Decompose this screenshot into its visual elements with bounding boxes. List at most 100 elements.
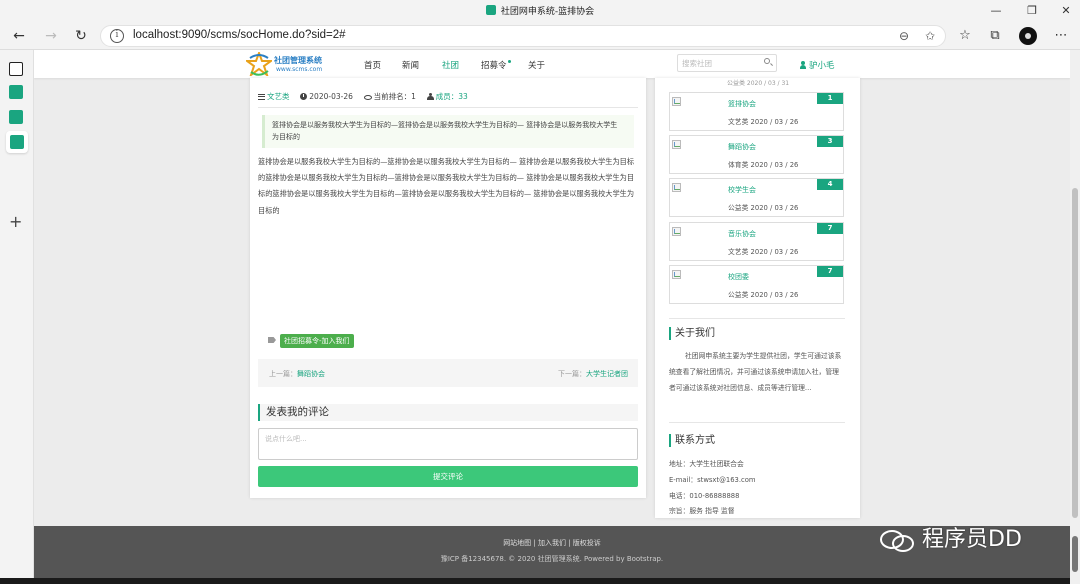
ranking-item-name[interactable]: 音乐协会: [728, 229, 756, 239]
site-search-input[interactable]: [682, 57, 758, 69]
ranking-badge: 4: [817, 179, 843, 190]
ranking-item-sub: 文艺类 2020 / 03 / 26: [728, 248, 799, 256]
page-scrollbar[interactable]: [1070, 50, 1080, 584]
submit-comment-button[interactable]: 提交评论: [258, 466, 638, 487]
next-article: 下一篇：大学生记者团: [558, 369, 628, 379]
tracking-prevention-icon[interactable]: ✩: [925, 29, 935, 43]
contact-email: E-mail：stwsxt@163.com: [669, 476, 756, 484]
window-title: 社团网申系统-篮排协会: [500, 7, 595, 17]
ranking-badge: 7: [817, 223, 843, 234]
contact-motto: 宗旨：服务 指导 监督: [669, 507, 735, 515]
watermark: 程序员DD: [880, 521, 1022, 553]
divider: [669, 422, 845, 423]
ranking-item-name[interactable]: 篮排协会: [728, 99, 756, 109]
article-category[interactable]: 文艺类: [267, 92, 290, 101]
nav-home[interactable]: 首页: [364, 59, 381, 71]
eye-icon: [363, 95, 372, 100]
ranking-item[interactable]: 篮排协会 文艺类 2020 / 03 / 26 1: [669, 92, 844, 131]
article-summary: 篮排协会是以服务我校大学生为目标的—篮排协会是以服务我校大学生为目标的— 篮排协…: [262, 115, 634, 148]
ranking-item-name[interactable]: 舞蹈协会: [728, 142, 756, 152]
ranking-item[interactable]: 舞蹈协会 体育类 2020 / 03 / 26 3: [669, 135, 844, 174]
url-text[interactable]: localhost:9090/scms/socHome.do?sid=2#: [133, 29, 346, 41]
broken-image-icon: [672, 183, 681, 192]
site-info-icon[interactable]: i: [110, 29, 124, 43]
prev-article-link[interactable]: 舞蹈协会: [297, 370, 325, 378]
search-icon[interactable]: [764, 58, 770, 64]
zoom-icon[interactable]: ⊖: [899, 29, 909, 43]
site-search[interactable]: [677, 54, 777, 72]
contact-address: 地址：大学生社团联合会: [669, 460, 744, 468]
ranking-item-sub: 体育类 2020 / 03 / 26: [728, 161, 799, 169]
scrollbar-marker: [1072, 536, 1078, 572]
clock-icon: [300, 93, 308, 100]
address-toolbar: ← → ↻ i localhost:9090/scms/socHome.do?s…: [0, 22, 1080, 50]
minimize-button[interactable]: —: [976, 2, 1016, 20]
nav-news[interactable]: 新闻: [402, 59, 419, 71]
tag-icon: [268, 337, 276, 343]
nav-about[interactable]: 关于: [528, 59, 545, 71]
divider: [258, 107, 638, 108]
about-text: 社团网申系统主要为学生提供社团，学生可通过该系统查看了解社团情况，并可通过该系统…: [669, 352, 842, 392]
back-icon[interactable]: ←: [10, 27, 28, 45]
broken-image-icon: [672, 227, 681, 236]
comment-input[interactable]: [258, 428, 638, 460]
tab-site-1[interactable]: [9, 85, 23, 99]
person-icon: [426, 93, 434, 100]
article-rank: 当前排名：1: [373, 92, 416, 101]
watermark-text: 程序员DD: [922, 527, 1022, 552]
site-header: 社团管理系统 www.scms.com 首页 新闻 社团 招募令 关于 驴小毛: [34, 50, 1070, 78]
contact-title: 联系方式: [669, 434, 844, 447]
logo-star-icon: [246, 52, 272, 76]
user-icon: [800, 61, 806, 69]
about-title: 关于我们: [669, 327, 844, 340]
logo-subtitle: www.scms.com: [276, 66, 323, 73]
close-window-button[interactable]: ✕: [1046, 2, 1080, 20]
ranking-item-name[interactable]: 校团委: [728, 272, 749, 282]
site-logo[interactable]: 社团管理系统 www.scms.com: [246, 50, 328, 78]
wechat-icon: [880, 528, 914, 552]
comment-title: 发表我的评论: [258, 404, 638, 421]
contact-phone: 电话：010-86888888: [669, 492, 740, 500]
ranking-item[interactable]: 校团委 公益类 2020 / 03 / 26 7: [669, 265, 844, 304]
ranking-item[interactable]: 校学生会 公益类 2020 / 03 / 26 4: [669, 178, 844, 217]
window-titlebar: 社团网申系统-篮排协会 — ❐ ✕: [0, 0, 1080, 22]
article-members: 成员：33: [435, 92, 468, 101]
tab-site-2[interactable]: [9, 110, 23, 124]
broken-image-icon: [672, 270, 681, 279]
nav-recruit[interactable]: 招募令: [481, 59, 511, 71]
refresh-icon[interactable]: ↻: [72, 27, 90, 45]
nav-recruit-label[interactable]: 招募令: [481, 61, 507, 71]
broken-image-icon: [672, 97, 681, 106]
broken-image-icon: [672, 140, 681, 149]
forward-icon[interactable]: →: [42, 27, 60, 45]
username[interactable]: 驴小毛: [809, 61, 835, 71]
vertical-tabs-panel: +: [0, 50, 34, 584]
user-menu[interactable]: 驴小毛: [800, 59, 835, 71]
ranking-item-name[interactable]: 校学生会: [728, 185, 756, 195]
recruit-tag[interactable]: 社团招募令-加入我们: [280, 334, 354, 348]
footer-copyright: 豫ICP 备12345678. © 2020 社团管理系统. Powered b…: [440, 555, 664, 563]
ranking-item-partial: 公益类 2020 / 03 / 31: [727, 80, 790, 87]
next-article-link[interactable]: 大学生记者团: [586, 370, 628, 378]
divider: [669, 318, 845, 319]
profile-avatar[interactable]: [1019, 27, 1037, 45]
nav-clubs[interactable]: 社团: [442, 59, 459, 71]
tab-site-active[interactable]: [6, 131, 28, 153]
new-tab-plus-icon[interactable]: +: [9, 212, 22, 231]
ranking-item[interactable]: 音乐协会 文艺类 2020 / 03 / 26 7: [669, 222, 844, 261]
favorites-star-icon[interactable]: ☆: [956, 28, 974, 44]
ranking-item-sub: 公益类 2020 / 03 / 26: [728, 291, 799, 299]
scrollbar-thumb[interactable]: [1072, 188, 1078, 518]
tab-actions-icon[interactable]: [9, 62, 23, 76]
list-icon: [258, 94, 265, 100]
logo-title: 社团管理系统: [274, 56, 322, 65]
tag-row: 社团招募令-加入我们: [268, 334, 354, 348]
next-label: 下一篇：: [558, 370, 586, 378]
ranking-item-sub: 文艺类 2020 / 03 / 26: [728, 118, 799, 126]
taskbar-strip: [0, 578, 1070, 584]
more-menu-icon[interactable]: ⋯: [1052, 28, 1070, 44]
url-bar[interactable]: i localhost:9090/scms/socHome.do?sid=2# …: [100, 25, 946, 47]
ranking-badge: 7: [817, 266, 843, 277]
collections-icon[interactable]: ⧉: [986, 28, 1004, 44]
article-meta: 文艺类 2020-03-26 当前排名：1 成员：33: [258, 91, 468, 102]
